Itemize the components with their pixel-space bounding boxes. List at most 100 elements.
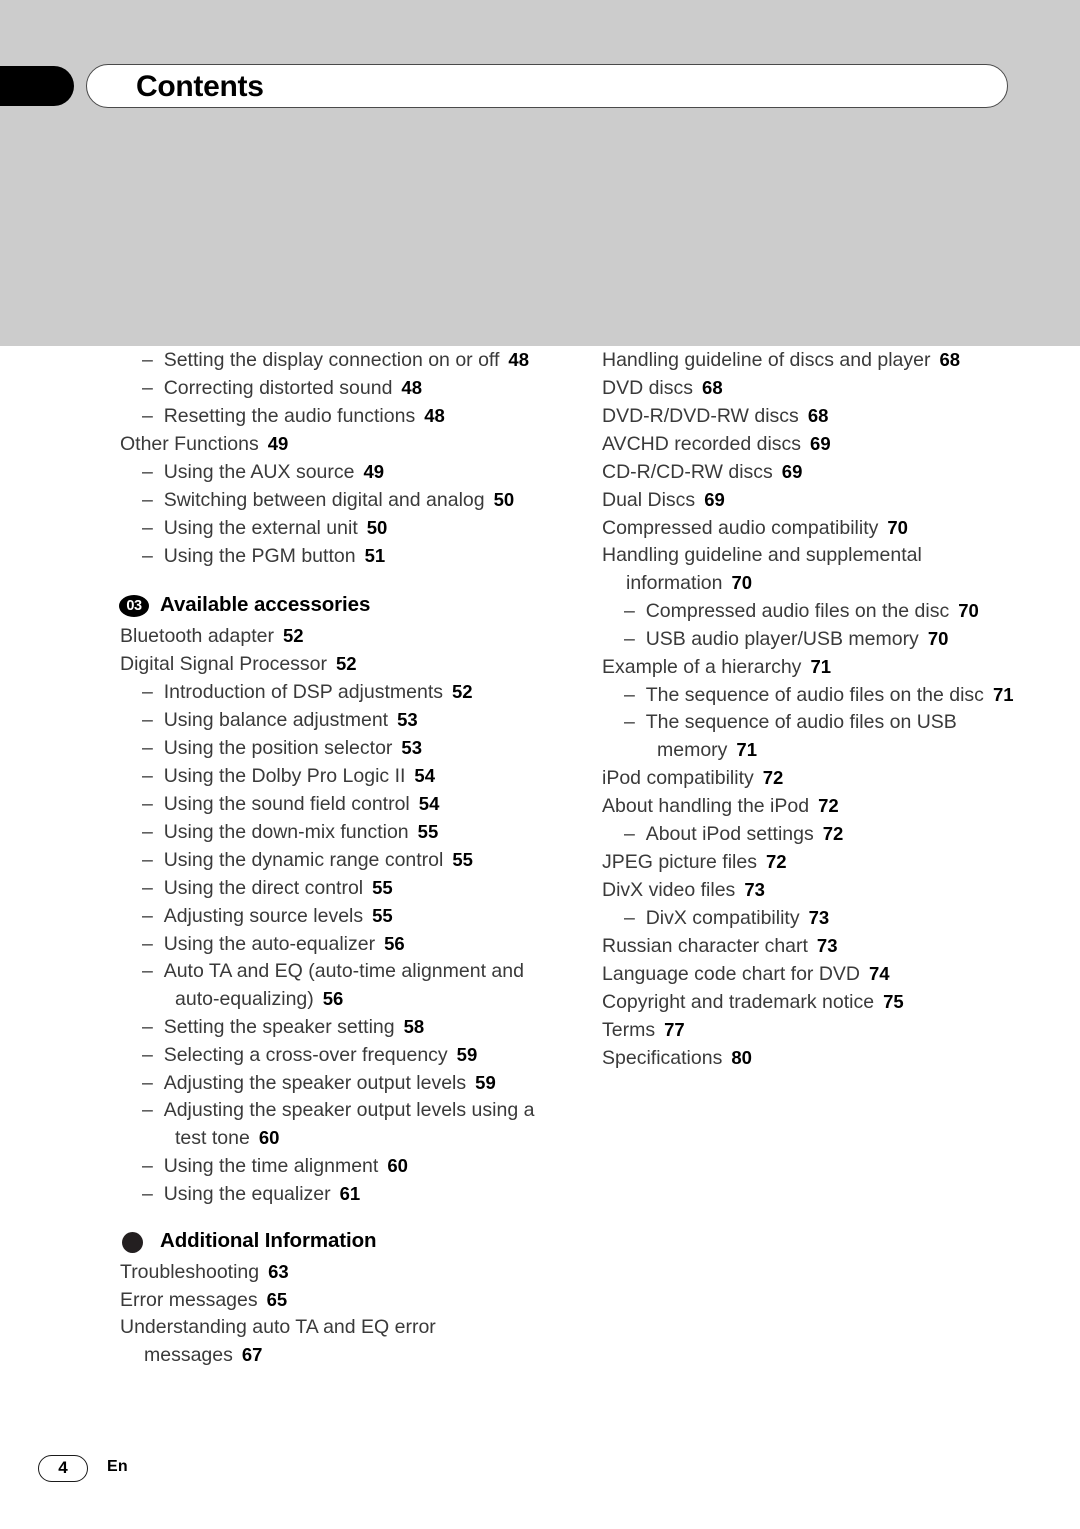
toc-entry-dash: – [142,1044,153,1066]
toc-entry[interactable]: – The sequence of audio files on the dis… [602,681,1022,709]
toc-entry-label: The sequence of audio files on USB memor… [645,711,957,761]
toc-entry-dash: – [624,711,635,733]
toc-entry[interactable]: – Auto TA and EQ (auto-time alignment an… [120,958,540,1013]
toc-entry[interactable]: – Using the PGM button 51 [120,542,540,570]
toc-entry[interactable]: iPod compatibility 72 [602,764,1022,792]
toc-entry[interactable]: Bluetooth adapter 52 [120,622,540,650]
toc-entry[interactable]: Example of a hierarchy 71 [602,653,1022,681]
toc-entry[interactable]: – Using the auto-equalizer 56 [120,930,540,958]
toc-entry[interactable]: Specifications 80 [602,1044,1022,1072]
toc-entry-page-number: 60 [387,1155,408,1176]
toc-entry-label: Correcting distorted sound [163,377,393,399]
toc-entry-label: Using the external unit [163,517,358,539]
section-heading-label: Available accessories [160,593,371,616]
toc-column-right: Handling guideline of discs and player 68… [602,346,1022,1072]
toc-entry[interactable]: DivX video files 73 [602,876,1022,904]
toc-entry-page-number: 73 [808,907,830,928]
toc-entry-page-number: 75 [883,991,904,1012]
toc-entry-dash: – [142,489,153,511]
toc-entry-label: Using the direct control [163,877,364,899]
toc-entry[interactable]: Language code chart for DVD 74 [602,960,1022,988]
toc-entry[interactable]: Handling guideline and supplemental info… [602,542,1022,597]
toc-entry-page-number: 71 [736,739,757,760]
toc-entry[interactable]: – Correcting distorted sound 48 [120,374,540,402]
toc-entry-dash: – [142,1155,153,1177]
toc-entry[interactable]: – Adjusting the speaker output levels us… [120,1097,540,1152]
toc-entry-label: Other Functions [120,433,259,455]
toc-entry[interactable]: Compressed audio compatibility 70 [602,514,1022,542]
toc-entry-dash: – [142,545,153,567]
toc-entry-page-number: 56 [322,988,344,1009]
toc-entry[interactable]: – Setting the display connection on or o… [120,346,540,374]
toc-entry[interactable]: JPEG picture files 72 [602,848,1022,876]
toc-entry[interactable]: – About iPod settings 72 [602,820,1022,848]
toc-entry[interactable]: – Adjusting the speaker output levels 59 [120,1069,540,1097]
toc-entry[interactable]: Handling guideline of discs and player 68 [602,346,1022,374]
toc-entry[interactable]: Dual Discs 69 [602,486,1022,514]
toc-entry[interactable]: AVCHD recorded discs 69 [602,430,1022,458]
toc-entry[interactable]: DVD discs 68 [602,374,1022,402]
toc-entry-page-number: 52 [336,653,357,674]
toc-entry[interactable]: – Using the equalizer 61 [120,1180,540,1208]
toc-entry-label: Using the sound field control [163,793,410,815]
toc-entry[interactable]: Troubleshooting 63 [120,1258,540,1286]
toc-entry[interactable]: – USB audio player/USB memory 70 [602,625,1022,653]
toc-entry[interactable]: Digital Signal Processor 52 [120,650,540,678]
toc-entry[interactable]: Error messages 65 [120,1286,540,1314]
toc-entry[interactable]: – Compressed audio files on the disc 70 [602,597,1022,625]
toc-entry[interactable]: – Selecting a cross-over frequency 59 [120,1041,540,1069]
toc-entry[interactable]: – Using the AUX source 49 [120,458,540,486]
toc-entry[interactable]: About handling the iPod 72 [602,792,1022,820]
toc-entry[interactable]: – Using the sound field control 54 [120,790,540,818]
toc-entry-label: The sequence of audio files on the disc [645,684,984,706]
toc-entry-label: About handling the iPod [602,795,810,817]
toc-entry[interactable]: CD-R/CD-RW discs 69 [602,458,1022,486]
toc-entry-page-number: 73 [744,879,765,900]
section-heading-label: Additional Information [160,1229,377,1252]
toc-entry-label: Using the auto-equalizer [163,933,376,955]
toc-entry-page-number: 50 [493,489,515,510]
toc-entry[interactable]: – Using the direct control 55 [120,874,540,902]
toc-entry[interactable]: – Using the position selector 53 [120,734,540,762]
toc-entry[interactable]: – Using the time alignment 60 [120,1152,540,1180]
toc-entry-page-number: 68 [807,405,829,426]
toc-entry[interactable]: – Introduction of DSP adjustments 52 [120,678,540,706]
toc-entry[interactable]: DVD-R/DVD-RW discs 68 [602,402,1022,430]
toc-entry[interactable]: – Using the Dolby Pro Logic II 54 [120,762,540,790]
toc-entry[interactable]: – Adjusting source levels 55 [120,902,540,930]
toc-entry[interactable]: Other Functions 49 [120,430,540,458]
toc-entry[interactable]: – Using the dynamic range control 55 [120,846,540,874]
toc-entry-label: Auto TA and EQ (auto-time alignment and … [163,960,524,1010]
toc-entry-page-number: 70 [731,572,753,593]
toc-entry[interactable]: Terms 77 [602,1016,1022,1044]
toc-entry[interactable]: – Using balance adjustment 53 [120,706,540,734]
toc-entry-page-number: 63 [268,1261,289,1282]
toc-entry[interactable]: – Switching between digital and analog 50 [120,486,540,514]
toc-entry-label: Compressed audio files on the disc [645,600,950,622]
toc-entry[interactable]: – Using the external unit 50 [120,514,540,542]
toc-entry-page-number: 49 [363,461,385,482]
toc-entry-page-number: 54 [414,765,435,786]
toc-entry-label: Language code chart for DVD [602,963,860,985]
toc-columns: – Setting the display connection on or o… [0,346,1080,1436]
toc-entry-page-number: 68 [939,349,961,370]
toc-entry[interactable]: – The sequence of audio files on USB mem… [602,709,1022,764]
toc-entry-page-number: 72 [762,767,784,788]
toc-entry-page-number: 53 [397,709,418,730]
toc-entry[interactable]: Understanding auto TA and EQ error messa… [120,1314,540,1369]
toc-entry-dash: – [624,907,635,929]
toc-entry-label: Using balance adjustment [163,709,389,731]
toc-entry-label: Troubleshooting [120,1261,260,1283]
toc-entry[interactable]: – Setting the speaker setting 58 [120,1013,540,1041]
toc-entry-dash: – [142,1099,153,1121]
toc-entry[interactable]: – Resetting the audio functions 48 [120,402,540,430]
toc-entry-label: Handling guideline of discs and player [602,349,931,371]
toc-entry[interactable]: Copyright and trademark notice 75 [602,988,1022,1016]
toc-entry[interactable]: – Using the down-mix function 55 [120,818,540,846]
toc-entry[interactable]: Russian character chart 73 [602,932,1022,960]
toc-entry-dash: – [142,793,153,815]
toc-entry-page-number: 61 [339,1183,361,1204]
toc-entry-label: Resetting the audio functions [163,405,416,427]
toc-entry-label: Adjusting the speaker output levels [163,1072,467,1094]
toc-entry[interactable]: – DivX compatibility 73 [602,904,1022,932]
